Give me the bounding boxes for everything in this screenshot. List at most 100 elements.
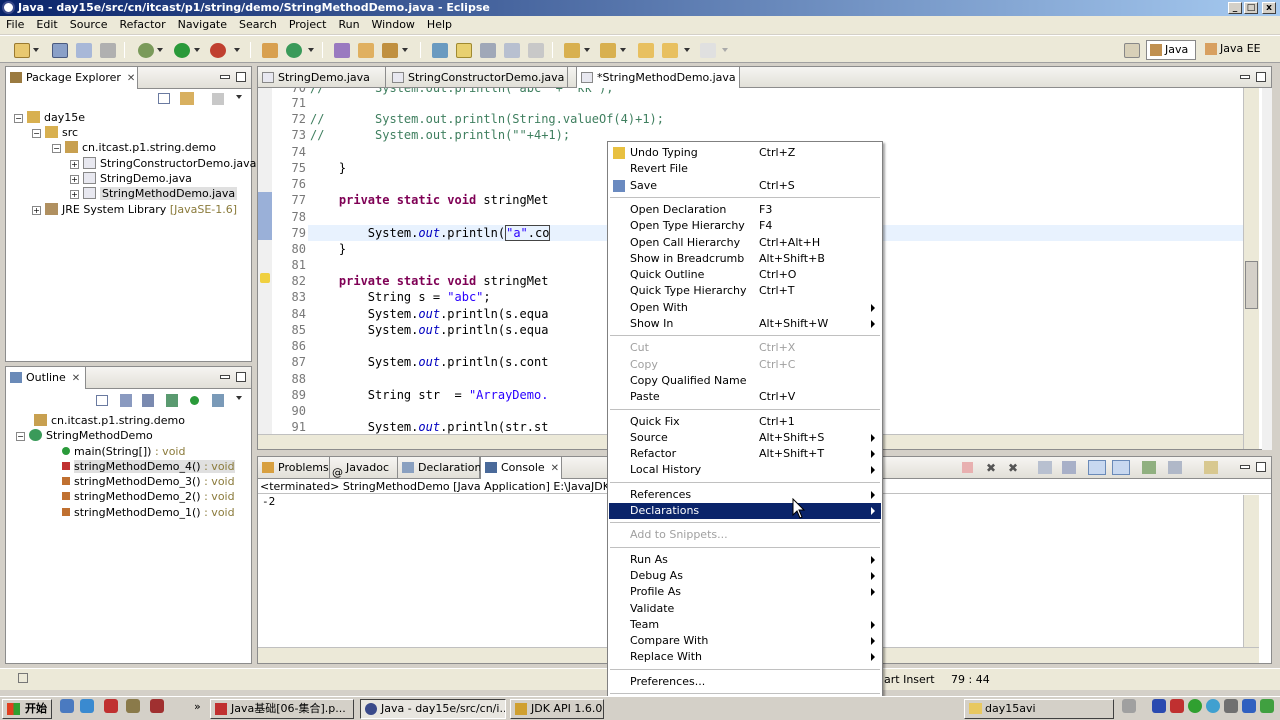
open-type-icon[interactable]: [334, 43, 350, 58]
menu-item-open-type-hierarchy[interactable]: Open Type Hierarchy F4: [609, 218, 881, 234]
perspective-java[interactable]: Java: [1146, 40, 1196, 60]
fast-view-icon[interactable]: [18, 673, 28, 683]
menu-item-refactor[interactable]: Refactor Alt+Shift+T: [609, 446, 881, 462]
tab-declaration[interactable]: Declaration: [398, 457, 481, 479]
menu-item-replace-with[interactable]: Replace With: [609, 649, 881, 665]
start-button[interactable]: 开始: [2, 699, 52, 719]
minimize-view-icon[interactable]: [220, 375, 230, 379]
menu-window[interactable]: Window: [366, 16, 421, 34]
menu-item-copy-qualified-name[interactable]: Copy Qualified Name: [609, 373, 881, 389]
taskbar-task[interactable]: JDK API 1.6.0: [510, 699, 604, 719]
forward-icon[interactable]: [700, 43, 716, 58]
quicklaunch-icon[interactable]: [60, 699, 74, 713]
menu-item-source[interactable]: Source Alt+Shift+S: [609, 430, 881, 446]
collapse-icon[interactable]: −: [16, 432, 25, 441]
outline-member[interactable]: main(String[]) : void: [62, 444, 185, 459]
outline-class[interactable]: − StringMethodDemo: [16, 428, 153, 443]
tab-problems[interactable]: Problems: [258, 457, 330, 479]
debug-icon[interactable]: [138, 43, 154, 58]
view-menu-icon[interactable]: [236, 396, 242, 400]
scrollbar-thumb[interactable]: [1245, 261, 1258, 309]
menu-item-quick-outline[interactable]: Quick Outline Ctrl+O: [609, 267, 881, 283]
tray-icon[interactable]: [1242, 699, 1256, 713]
tree-file-selected[interactable]: + StringMethodDemo.java: [70, 186, 238, 201]
open-task-icon[interactable]: [358, 43, 374, 58]
chevron-down-icon[interactable]: [33, 48, 39, 52]
perspective-javaee[interactable]: Java EE: [1202, 40, 1266, 60]
quicklaunch-icon[interactable]: [104, 699, 118, 713]
tray-icon[interactable]: [1206, 699, 1220, 713]
tree-project[interactable]: − day15e: [14, 110, 85, 125]
quicklaunch-icon[interactable]: [126, 699, 140, 713]
taskbar-task[interactable]: day15avi: [964, 699, 1114, 719]
show-on-error-icon[interactable]: [1112, 460, 1130, 475]
search-icon[interactable]: [382, 43, 398, 58]
save-icon[interactable]: [52, 43, 68, 58]
menu-item-undo-typing[interactable]: Undo Typing Ctrl+Z: [609, 145, 881, 161]
menu-item-quick-fix[interactable]: Quick Fix Ctrl+1: [609, 414, 881, 430]
link-with-editor-icon[interactable]: [180, 92, 194, 105]
menu-run[interactable]: Run: [332, 16, 365, 34]
collapse-icon[interactable]: −: [32, 129, 41, 138]
minimize-view-icon[interactable]: [220, 75, 230, 79]
minimize-view-icon[interactable]: [1240, 75, 1250, 79]
menu-item-team[interactable]: Team: [609, 617, 881, 633]
taskbar-task[interactable]: Java基础[06-集合].p...: [210, 699, 354, 719]
menu-item-local-history[interactable]: Local History: [609, 462, 881, 478]
tray-icon[interactable]: [1260, 699, 1274, 713]
taskbar-task-active[interactable]: Java - day15e/src/cn/i...: [360, 699, 506, 719]
collapse-icon[interactable]: −: [52, 144, 61, 153]
tray-icon[interactable]: [1170, 699, 1184, 713]
menu-search[interactable]: Search: [233, 16, 283, 34]
new-icon[interactable]: [14, 43, 30, 58]
sort-icon[interactable]: [120, 394, 132, 407]
more-arrow-icon[interactable]: »: [194, 700, 201, 713]
new-class-icon[interactable]: [286, 43, 302, 58]
menu-navigate[interactable]: Navigate: [172, 16, 233, 34]
view-menu-filter-icon[interactable]: [212, 93, 224, 105]
editor-tab[interactable]: StringDemo.java: [258, 67, 386, 89]
maximize-view-icon[interactable]: [1256, 462, 1266, 472]
show-on-output-icon[interactable]: [1088, 460, 1106, 475]
close-icon[interactable]: ✕: [127, 68, 135, 89]
outline-member-selected[interactable]: stringMethodDemo_4() : void: [62, 459, 235, 474]
remove-all-icon[interactable]: ✖: [1008, 461, 1022, 475]
menu-project[interactable]: Project: [283, 16, 333, 34]
next-annotation-icon[interactable]: [564, 43, 580, 58]
open-perspective-icon[interactable]: [1124, 43, 1140, 58]
package-explorer-tab[interactable]: Package Explorer ✕: [6, 67, 138, 89]
editor-tab[interactable]: StringConstructorDemo.java: [388, 67, 568, 89]
menu-item-validate[interactable]: Validate: [609, 601, 881, 617]
pin-console-icon[interactable]: [1142, 461, 1156, 474]
scroll-lock-icon[interactable]: [1062, 461, 1076, 474]
vertical-scrollbar[interactable]: [1243, 88, 1259, 449]
minimize-view-icon[interactable]: [1240, 465, 1250, 469]
menu-item-references[interactable]: References: [609, 487, 881, 503]
tree-src-folder[interactable]: − src: [32, 125, 78, 140]
menu-item-paste[interactable]: Paste Ctrl+V: [609, 389, 881, 405]
highlight-icon[interactable]: [456, 43, 472, 58]
last-edit-icon[interactable]: [638, 43, 654, 58]
menu-item-revert-file[interactable]: Revert File: [609, 161, 881, 177]
menu-item-run-as[interactable]: Run As: [609, 552, 881, 568]
menu-item-save[interactable]: Save Ctrl+S: [609, 178, 881, 194]
outline-member[interactable]: stringMethodDemo_2() : void: [62, 489, 235, 504]
external-tools-icon[interactable]: [210, 43, 226, 58]
hide-nonpublic-icon[interactable]: [190, 396, 199, 405]
tree-package[interactable]: − cn.itcast.p1.string.demo: [52, 140, 216, 155]
tree-jre-library[interactable]: + JRE System Library [JavaSE-1.6]: [32, 202, 237, 217]
hide-static-icon[interactable]: [166, 394, 178, 407]
close-icon[interactable]: ✕: [72, 368, 80, 389]
show-whitespace-icon[interactable]: [528, 43, 544, 58]
display-console-icon[interactable]: [1168, 461, 1182, 474]
close-icon[interactable]: ✕: [551, 458, 559, 479]
maximize-view-icon[interactable]: [1256, 72, 1266, 82]
menu-source[interactable]: Source: [64, 16, 114, 34]
maximize-view-icon[interactable]: [236, 372, 246, 382]
collapse-all-icon[interactable]: [96, 395, 108, 406]
open-console-icon[interactable]: [1204, 461, 1218, 474]
back-icon[interactable]: [662, 43, 678, 58]
save-all-icon[interactable]: [76, 43, 92, 58]
block-select-icon[interactable]: [480, 43, 496, 58]
menu-item-show-in-breadcrumb[interactable]: Show in Breadcrumb Alt+Shift+B: [609, 251, 881, 267]
